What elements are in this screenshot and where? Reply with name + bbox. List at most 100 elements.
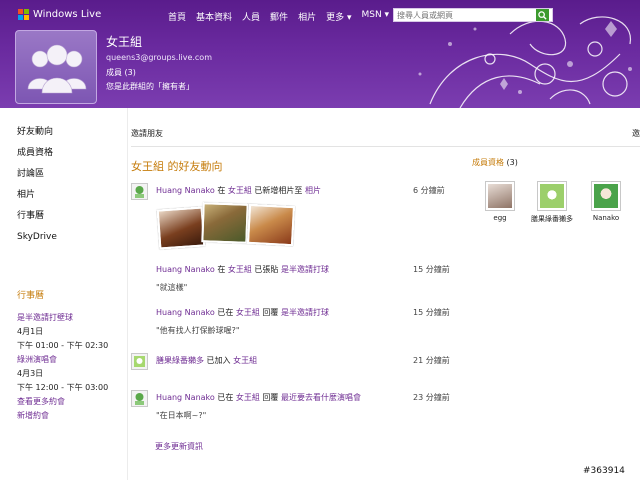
entry-text: 在 bbox=[217, 265, 226, 274]
calendar-event-title[interactable]: 綠洲演唱會 bbox=[17, 353, 122, 367]
group-people-icon bbox=[27, 44, 87, 94]
calendar-title: 行事曆 bbox=[17, 291, 45, 301]
entry-timestamp: 15 分鐘前 bbox=[413, 265, 450, 274]
floral-decoration bbox=[418, 16, 632, 108]
entry-group[interactable]: 女王組 bbox=[228, 186, 252, 195]
calendar-event-date: 4月1日 bbox=[17, 327, 44, 336]
group-name: 女王組 bbox=[106, 35, 143, 49]
group-member-count[interactable]: 成員 (3) bbox=[106, 67, 136, 78]
more-updates-link[interactable]: 更多更新資訊 bbox=[155, 441, 203, 452]
member-card[interactable]: egg bbox=[478, 181, 522, 222]
member-avatar[interactable] bbox=[537, 181, 567, 211]
toolbar-separator bbox=[131, 146, 640, 147]
entry-group[interactable]: 女王組 bbox=[236, 308, 260, 317]
entry-target[interactable]: 是半邀請打球 bbox=[281, 265, 329, 274]
entry-timestamp: 15 分鐘前 bbox=[413, 308, 450, 317]
nav-profile[interactable]: 基本資料 bbox=[196, 10, 232, 23]
nav-more[interactable]: 更多 ▾ bbox=[326, 10, 351, 23]
entry-group[interactable]: 女王組 bbox=[233, 356, 257, 365]
photo-thumbnails bbox=[156, 202, 298, 250]
entry-timestamp: 23 分鐘前 bbox=[413, 393, 450, 402]
entry-text: 已在 bbox=[217, 393, 234, 402]
calendar-event-time: 下午 12:00 - 下午 03:00 bbox=[17, 383, 109, 392]
sidebar-item-whats-new[interactable]: 好友動向 bbox=[17, 126, 112, 147]
calendar-event-title[interactable]: 是半邀請打壁球 bbox=[17, 311, 122, 325]
entry-text: 回覆 bbox=[262, 308, 279, 317]
search-box bbox=[393, 8, 553, 22]
entry-actor[interactable]: 膳果綠番獺多 bbox=[156, 356, 204, 365]
feed-entry: 膳果綠番獺多 已加入 女王組 21 分鐘前 bbox=[131, 353, 451, 373]
entry-actor[interactable]: Huang Nanako bbox=[156, 186, 215, 195]
entry-text: 回覆 bbox=[262, 393, 279, 402]
entry-actor[interactable]: Huang Nanako bbox=[156, 265, 215, 274]
entry-group[interactable]: 女王組 bbox=[236, 393, 260, 402]
entry-timestamp: 21 分鐘前 bbox=[413, 356, 450, 365]
user-avatar-icon[interactable] bbox=[131, 390, 148, 407]
view-more-appointments-link[interactable]: 查看更多約會 bbox=[17, 395, 122, 409]
windows-live-logo[interactable]: Windows Live bbox=[18, 9, 101, 20]
member-card[interactable]: Nanako bbox=[584, 181, 628, 222]
feed-title: 女王組 的好友動向 bbox=[131, 160, 223, 173]
member-name[interactable]: 膳果綠番獺多 bbox=[531, 215, 573, 223]
content-divider bbox=[127, 108, 128, 480]
nav-mail[interactable]: 郵件 bbox=[270, 10, 288, 23]
nav-home[interactable]: 首頁 bbox=[168, 10, 186, 23]
sidebar-item-discussions[interactable]: 討論區 bbox=[17, 168, 112, 189]
member-card[interactable]: 膳果綠番獺多 bbox=[524, 181, 580, 224]
entry-text: 已新增相片至 bbox=[254, 186, 303, 195]
group-role: 您是此群組的「擁有者」 bbox=[106, 82, 194, 91]
add-appointment-link[interactable]: 新增約會 bbox=[17, 409, 122, 423]
members-panel-title: 成員資格 (3) bbox=[472, 157, 518, 168]
nav-photos[interactable]: 相片 bbox=[298, 10, 316, 23]
member-name[interactable]: Nanako bbox=[593, 214, 619, 222]
sidebar-item-skydrive[interactable]: SkyDrive bbox=[17, 231, 112, 252]
entry-quote: "在日本啊~?" bbox=[156, 411, 207, 420]
entry-timestamp: 6 分鐘前 bbox=[413, 186, 445, 195]
sidebar-item-photos[interactable]: 相片 bbox=[17, 189, 112, 210]
sidebar-item-calendar[interactable]: 行事曆 bbox=[17, 210, 112, 231]
header-banner: Windows Live 首頁 基本資料 人員 郵件 相片 更多 ▾ MSN ▾… bbox=[0, 0, 640, 108]
entry-text: 已加入 bbox=[206, 356, 231, 365]
search-icon bbox=[538, 10, 547, 20]
top-navigation: 首頁 基本資料 人員 郵件 相片 更多 ▾ MSN ▾ bbox=[168, 10, 389, 23]
calendar-events: 是半邀請打壁球 4月1日 下午 01:00 - 下午 02:30 綠洲演唱會 4… bbox=[17, 311, 122, 423]
search-button[interactable] bbox=[536, 9, 549, 21]
member-name[interactable]: egg bbox=[493, 214, 506, 222]
entry-target[interactable]: 最近要去看什麼演唱會 bbox=[281, 393, 361, 402]
entry-text: 在 bbox=[217, 186, 226, 195]
nav-msn[interactable]: MSN ▾ bbox=[361, 10, 389, 23]
photo-thumbnail[interactable] bbox=[201, 202, 249, 244]
sidebar: 好友動向 成員資格 討論區 相片 行事曆 SkyDrive bbox=[17, 126, 112, 252]
member-avatar[interactable] bbox=[591, 181, 621, 211]
brand-label: Windows Live bbox=[33, 9, 102, 20]
invite-link-right[interactable]: 邀 bbox=[632, 128, 640, 139]
members-title-label[interactable]: 成員資格 bbox=[472, 158, 504, 167]
calendar-event-date: 4月3日 bbox=[17, 369, 44, 378]
entry-text: 已張貼 bbox=[254, 265, 279, 274]
entry-target[interactable]: 相片 bbox=[305, 186, 321, 195]
sidebar-item-membership[interactable]: 成員資格 bbox=[17, 147, 112, 168]
photo-thumbnail[interactable] bbox=[156, 206, 206, 250]
member-avatar[interactable] bbox=[485, 181, 515, 211]
entry-actor[interactable]: Huang Nanako bbox=[156, 308, 215, 317]
group-email: queens3@groups.live.com bbox=[106, 53, 212, 62]
entry-quote: "他有找人打保齡球喔?" bbox=[156, 326, 240, 335]
feed-entry: Huang Nanako 已在 女王組 回覆 最近要去看什麼演唱會 23 分鐘前… bbox=[131, 390, 451, 424]
feed-entry: Huang Nanako 已在 女王組 回覆 是半邀請打球 15 分鐘前 "他有… bbox=[131, 305, 451, 339]
feed-entry: Huang Nanako 在 女王組 已張貼 是半邀請打球 15 分鐘前 "就這… bbox=[131, 262, 451, 296]
entry-target[interactable]: 是半邀請打球 bbox=[281, 308, 329, 317]
entry-group[interactable]: 女王組 bbox=[228, 265, 252, 274]
user-avatar-icon[interactable] bbox=[131, 353, 148, 370]
entry-text: 已在 bbox=[217, 308, 234, 317]
entry-actor[interactable]: Huang Nanako bbox=[156, 393, 215, 402]
watermark: #363914 bbox=[583, 466, 625, 476]
calendar-event-time: 下午 01:00 - 下午 02:30 bbox=[17, 341, 109, 350]
search-input[interactable] bbox=[394, 9, 536, 21]
windows-flag-icon bbox=[18, 9, 29, 20]
photo-thumbnail[interactable] bbox=[246, 203, 296, 247]
invite-friends-link[interactable]: 邀請朋友 bbox=[131, 128, 163, 139]
user-avatar-icon[interactable] bbox=[131, 183, 148, 200]
feed-entry: Huang Nanako 在 女王組 已新增相片至 相片 6 分鐘前 bbox=[131, 183, 451, 203]
nav-people[interactable]: 人員 bbox=[242, 10, 260, 23]
group-avatar bbox=[15, 30, 97, 104]
